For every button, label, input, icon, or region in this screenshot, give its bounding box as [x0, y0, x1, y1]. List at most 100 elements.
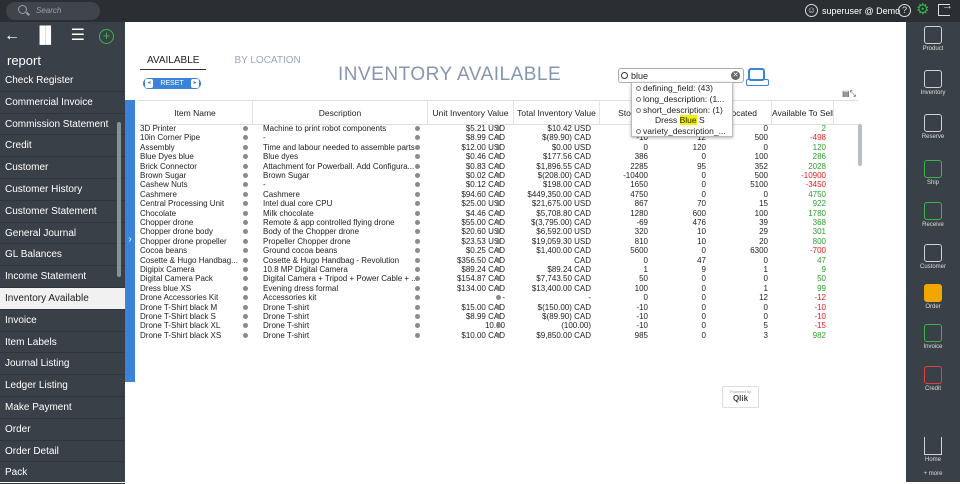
column-header[interactable]: Available To Sell — [772, 101, 834, 125]
search-dot-icon[interactable] — [415, 314, 420, 319]
table-row[interactable]: Drone T-Shirt black XL Drone T-shirt 10.00… — [138, 321, 834, 330]
tab-by-location[interactable]: BY LOCATION — [234, 55, 300, 70]
sidebar-item[interactable]: Order — [0, 419, 125, 441]
table-row[interactable]: Cocoa beans Ground cocoa beans $0.25 CAD $1… — [138, 246, 834, 255]
table-row[interactable]: Assembly Time and labour needed to assemb… — [138, 143, 834, 152]
sidebar-item[interactable]: Customer Statement — [0, 201, 125, 223]
sidebar-item[interactable]: Customer — [0, 157, 125, 179]
collapse-panel-button[interactable]: › — [125, 100, 135, 382]
sidebar-item[interactable]: Journal Listing — [0, 353, 125, 376]
column-header[interactable]: Unit Inventory Value — [428, 101, 514, 125]
table-row[interactable]: Brick Connector Attachment for Powerball.… — [138, 162, 834, 171]
sidebar-item[interactable]: Commercial Invoice — [0, 92, 125, 114]
more-link[interactable]: + more — [906, 471, 960, 477]
nav-invoice[interactable]: Invoice — [906, 324, 960, 350]
search-dot-icon[interactable] — [496, 210, 501, 216]
table-row[interactable]: Digital Camera Pack Digital Camera + Trip… — [138, 274, 834, 283]
search-dot-icon[interactable] — [243, 163, 248, 169]
search-dot-icon[interactable] — [415, 191, 420, 197]
search-dot-icon[interactable] — [415, 238, 420, 244]
sidebar-item[interactable]: Invoice — [0, 310, 125, 332]
search-dot-icon[interactable] — [496, 173, 501, 178]
table-row[interactable]: Cosette & Hugo Handbag... Cosette & Hugo … — [138, 256, 834, 265]
table-row[interactable]: Blue Dyes blue Blue dyes $0.46 CAD $177.56 … — [138, 152, 834, 161]
table-row[interactable]: Drone T-Shirt black S Drone T-shirt $8.99 … — [138, 312, 834, 321]
nav-reserve[interactable]: Reserve — [906, 114, 960, 140]
table-scrollbar[interactable] — [858, 124, 862, 166]
print-icon[interactable] — [746, 68, 769, 86]
column-header[interactable]: Description — [253, 101, 428, 125]
sidebar-item[interactable]: Make Payment — [0, 397, 125, 419]
search-dot-icon[interactable] — [496, 285, 501, 291]
column-header[interactable]: Total Inventory Value — [514, 101, 600, 125]
search-dot-icon[interactable] — [496, 267, 501, 272]
suggestion-item[interactable]: short_description: (1) — [636, 105, 732, 116]
sidebar-item[interactable]: Credit — [0, 135, 125, 158]
sidebar-scrollbar[interactable] — [117, 122, 121, 277]
search-dot-icon[interactable] — [496, 126, 501, 131]
column-header[interactable]: Item Name — [138, 101, 253, 125]
search-dot-icon[interactable] — [243, 220, 248, 225]
table-row[interactable]: Chopper drone body Body of the Chopper dr… — [138, 227, 834, 236]
tab-available[interactable]: AVAILABLE — [140, 55, 207, 70]
search-dot-icon[interactable] — [415, 257, 420, 263]
suggestion-item[interactable]: long_description: (1... — [636, 94, 732, 105]
gear-icon[interactable]: ⚙ — [916, 2, 929, 18]
search-dot-icon[interactable] — [415, 144, 420, 150]
search-dot-icon[interactable] — [415, 267, 420, 272]
search-dot-icon[interactable] — [496, 304, 501, 310]
add-icon[interactable]: + — [99, 28, 115, 44]
nav-receive[interactable]: Receive — [906, 202, 960, 228]
search-dot-icon[interactable] — [243, 285, 248, 291]
search-dot-icon[interactable] — [496, 332, 501, 338]
sidebar-item[interactable]: General Journal — [0, 223, 125, 245]
search-dot-icon[interactable] — [243, 210, 248, 216]
nav-product[interactable]: Product — [906, 26, 960, 52]
sidebar-item[interactable]: GL Balances — [0, 244, 125, 267]
search-dot-icon[interactable] — [243, 173, 248, 178]
suggestion-item[interactable]: variety_description_... — [636, 126, 732, 137]
table-row[interactable]: Chocolate Milk chocolate $4.46 CAD $5,708.8… — [138, 209, 834, 218]
table-row[interactable]: Drone T-Shirt black M Drone T-shirt $15.00… — [138, 303, 834, 312]
sidebar-item[interactable]: Income Statement — [0, 266, 125, 288]
table-row[interactable]: Brown Sugar Brown Sugar $0.02 CAD $(208.00)… — [138, 171, 834, 180]
sidebar-item[interactable]: Customer History — [0, 179, 125, 201]
search-dot-icon[interactable] — [415, 210, 420, 216]
search-dot-icon[interactable] — [496, 144, 501, 150]
table-row[interactable]: Chopper drone Remote & app controlled fly… — [138, 218, 834, 227]
search-dot-icon[interactable] — [243, 267, 248, 272]
sidebar-item[interactable]: Commission Statement — [0, 114, 125, 136]
search-dot-icon[interactable] — [415, 126, 420, 131]
table-row[interactable]: Dress blue XS Evening dress formal $134.00… — [138, 284, 834, 293]
search-dot-icon[interactable] — [496, 257, 501, 263]
table-row[interactable]: Digipix Camera 10.8 MP Digital Camera $89.… — [138, 265, 834, 274]
search-dot-icon[interactable] — [243, 304, 248, 310]
search-dot-icon[interactable] — [415, 285, 420, 291]
search-dot-icon[interactable] — [496, 163, 501, 169]
bar-chart-icon[interactable]: ▐▌ — [34, 28, 57, 44]
logout-icon[interactable] — [938, 0, 953, 16]
table-row[interactable]: Drone T-Shirt black XS Drone T-shirt $10.0… — [138, 331, 834, 340]
table-search-input[interactable]: blue ✕ — [618, 68, 744, 83]
nav-order[interactable]: Order — [906, 284, 960, 310]
nav-inventory[interactable]: Inventory — [906, 70, 960, 96]
nav-ship[interactable]: Ship — [906, 160, 960, 186]
table-row[interactable]: Chopper drone propeller Propeller Chopper… — [138, 237, 834, 246]
export-icon[interactable]: ▤ — [842, 89, 850, 98]
search-dot-icon[interactable] — [243, 191, 248, 197]
sidebar-item[interactable]: Check Register — [0, 70, 125, 92]
search-dot-icon[interactable] — [243, 144, 248, 150]
fullscreen-icon[interactable]: ⤡ — [850, 89, 856, 98]
sidebar-item[interactable]: Inventory Available — [0, 287, 125, 310]
sidebar-item[interactable]: Order Detail — [0, 441, 125, 463]
table-row[interactable]: Central Processing Unit Intel dual core C… — [138, 199, 834, 208]
help-icon[interactable]: ? — [898, 4, 911, 17]
search-dot-icon[interactable] — [496, 220, 501, 225]
table-row[interactable]: Cashmere Cashmere $94.60 CAD $449,350.00 CA… — [138, 190, 834, 199]
search-dot-icon[interactable] — [415, 173, 420, 178]
search-dot-icon[interactable] — [415, 304, 420, 310]
next-arrow-icon[interactable]: ▸ — [191, 79, 199, 88]
reset-button[interactable]: ◂ RESET ▸ — [143, 78, 201, 89]
search-dot-icon[interactable] — [243, 238, 248, 244]
sidebar-item[interactable]: Item Labels — [0, 332, 125, 354]
